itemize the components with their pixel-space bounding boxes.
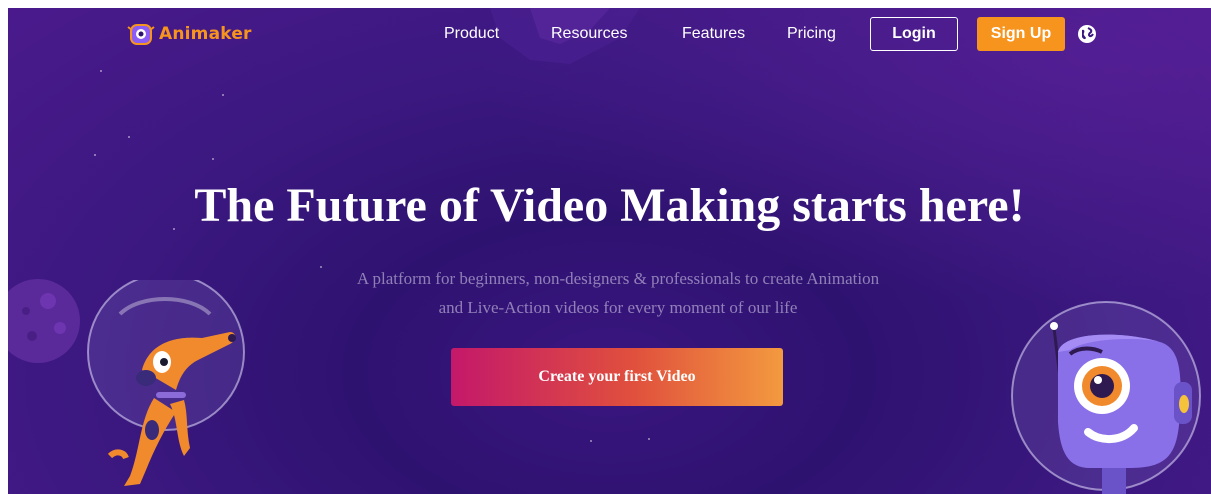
hero-title: The Future of Video Making starts here!: [194, 179, 1025, 232]
sign-up-button[interactable]: Sign Up: [977, 17, 1065, 51]
logo-text: Animaker: [159, 24, 252, 44]
star: [100, 70, 102, 72]
hero-subtitle: A platform for beginners, non-designers …: [288, 264, 948, 322]
nav-resources[interactable]: Resources: [551, 25, 627, 43]
create-first-video-button[interactable]: Create your first Video: [451, 348, 783, 406]
star: [590, 440, 592, 442]
animaker-logo[interactable]: Animaker: [126, 20, 252, 48]
star: [128, 136, 130, 138]
star: [94, 154, 96, 156]
nav-features[interactable]: Features: [682, 25, 745, 43]
planet-shape: [8, 279, 80, 363]
robot-astronaut-illustration: [1011, 301, 1201, 494]
star: [648, 438, 650, 440]
login-button[interactable]: Login: [870, 17, 958, 51]
page: Animaker Product Resources Features Pric…: [8, 8, 1211, 494]
dog-astronaut-illustration: [87, 280, 245, 486]
hero-subtitle-line-1: A platform for beginners, non-designers …: [356, 269, 880, 288]
nav-pricing[interactable]: Pricing: [787, 25, 836, 43]
nav-product[interactable]: Product: [444, 25, 499, 43]
globe-icon[interactable]: [1077, 24, 1097, 44]
star: [222, 94, 224, 96]
logo-mascot-icon: [127, 24, 155, 45]
hero-subtitle-line-2: and Live-Action videos for every moment …: [438, 298, 798, 317]
star: [212, 158, 214, 160]
